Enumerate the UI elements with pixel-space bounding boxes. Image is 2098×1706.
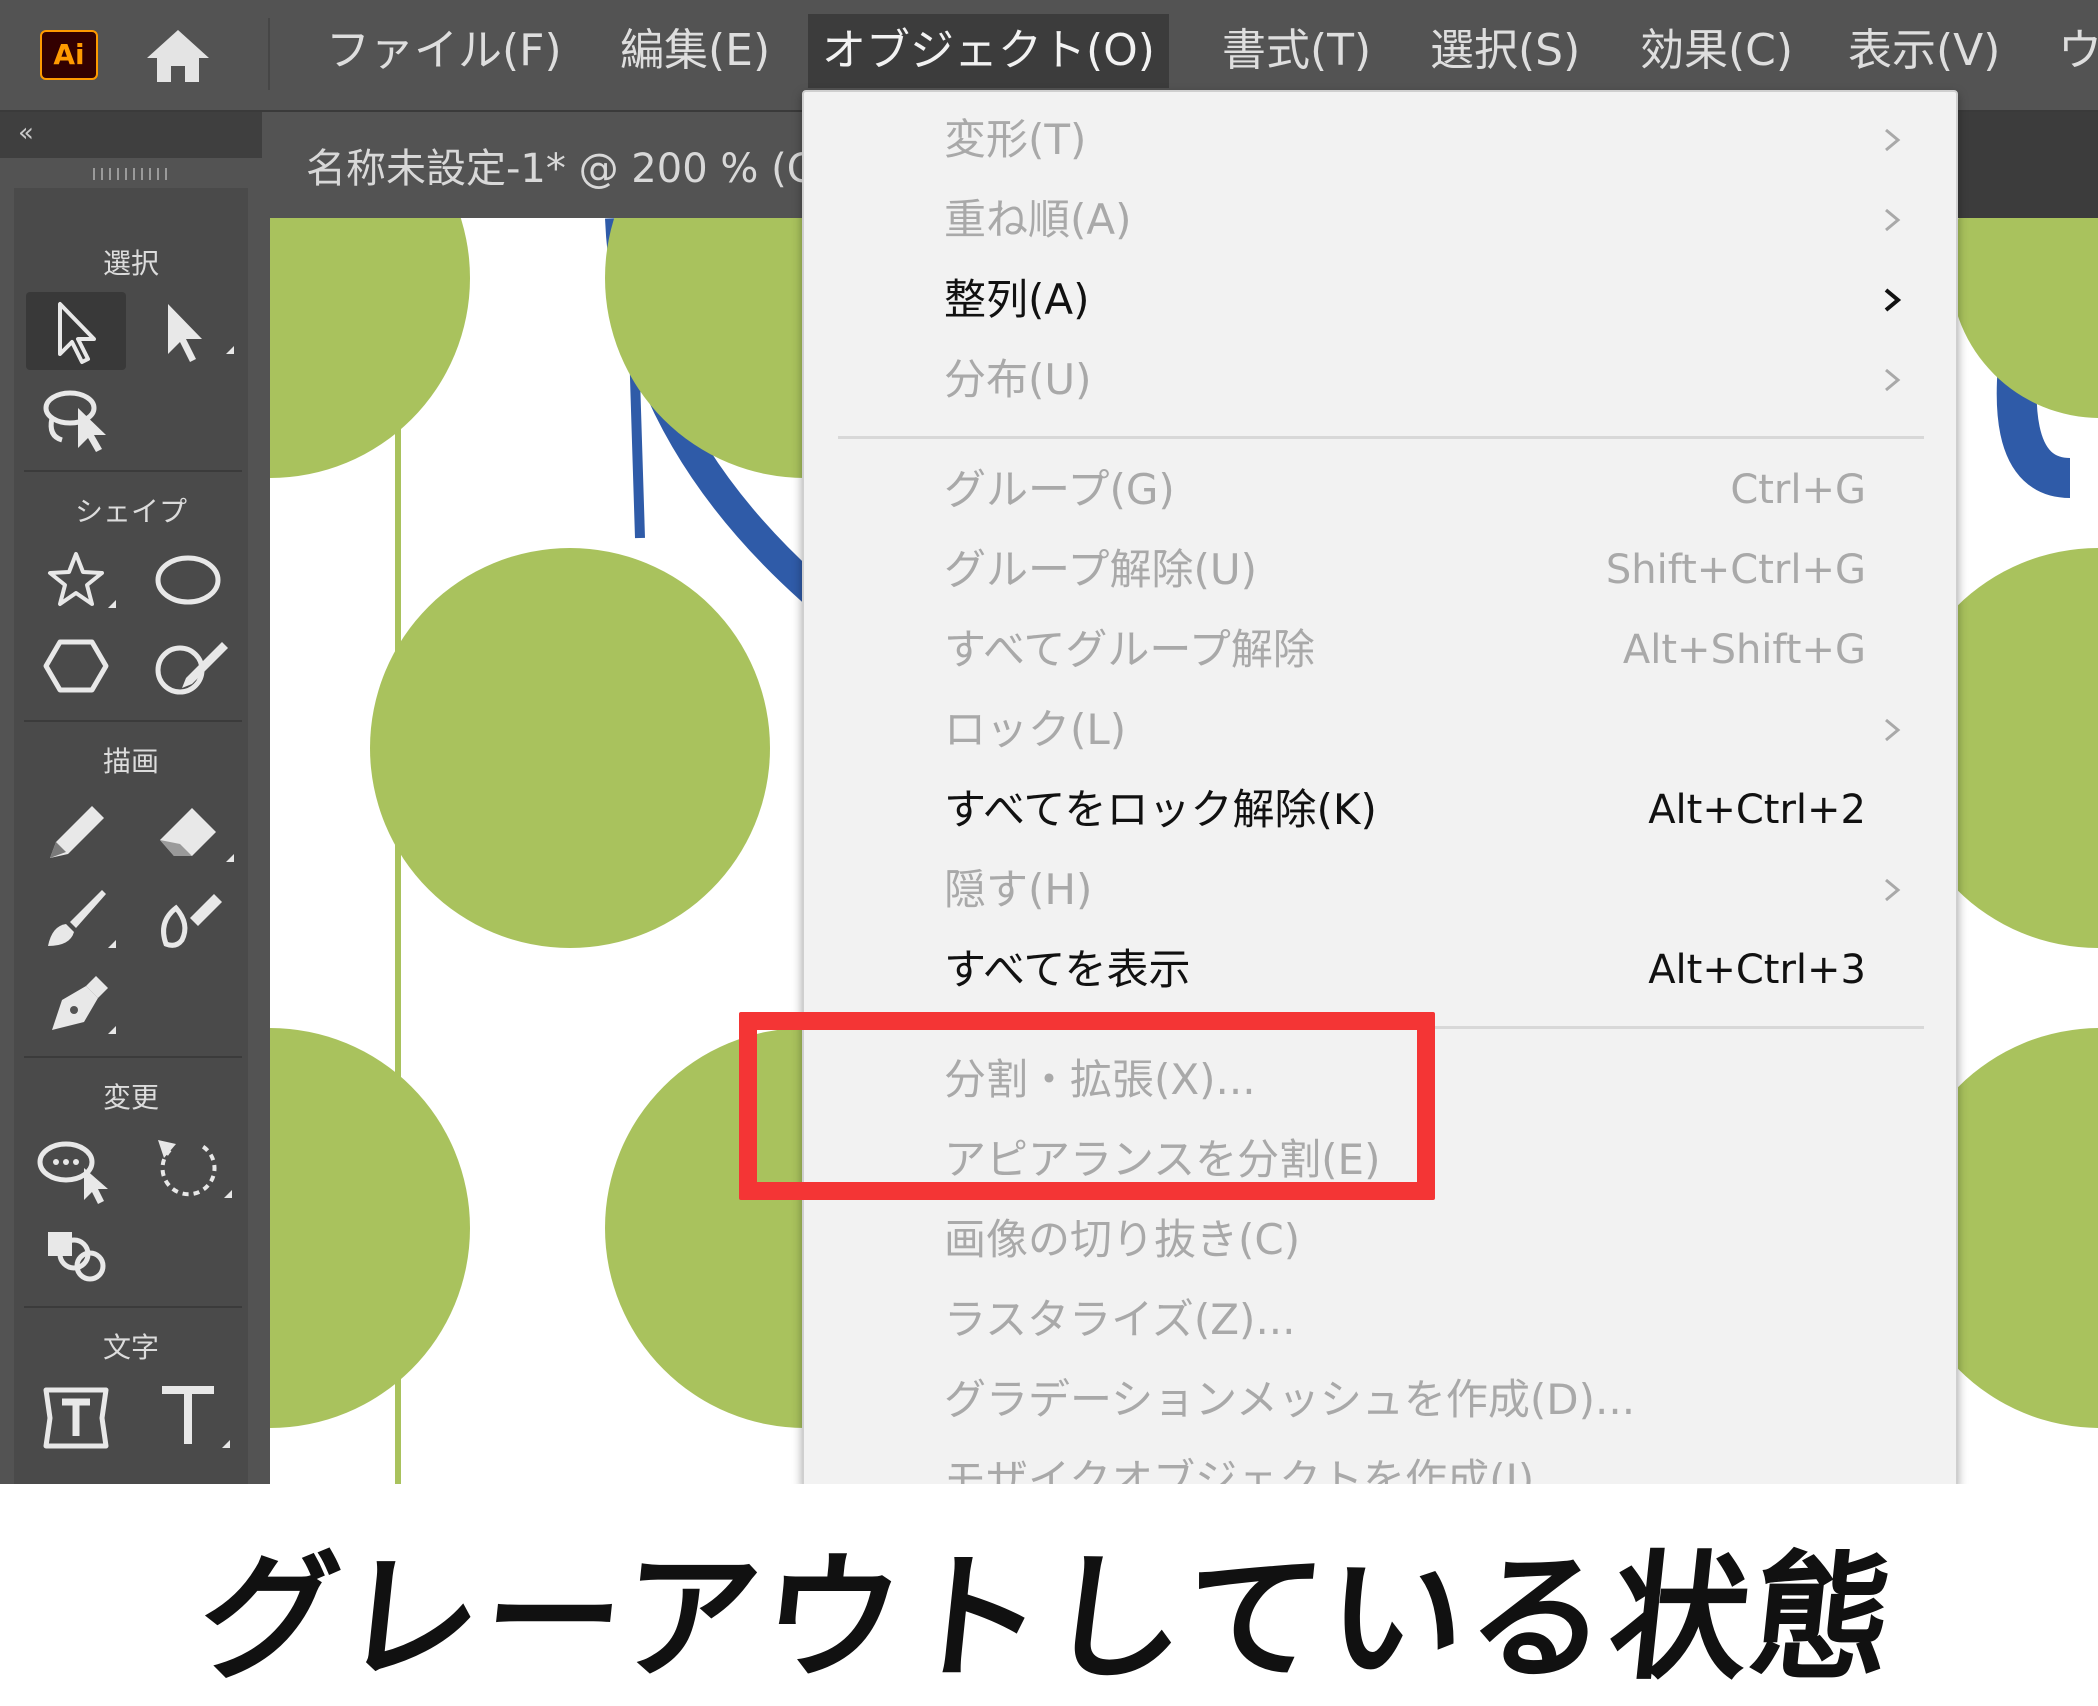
green-dot <box>370 548 770 948</box>
menu-item-shortcut: Alt+Ctrl+3 <box>1648 947 1866 993</box>
tool-group-label-select: 選択 <box>102 247 159 280</box>
menu-object[interactable]: オブジェクト(O) <box>808 14 1169 88</box>
ellipse-tool-icon[interactable] <box>140 542 240 620</box>
green-dot <box>270 1028 470 1428</box>
document-tab[interactable]: 名称未設定-1* @ 200 % (C <box>270 112 830 218</box>
toolbox-header: « <box>0 112 262 158</box>
warp-tool-icon[interactable] <box>26 1128 126 1206</box>
home-icon[interactable] <box>143 26 213 86</box>
menu-item-transform[interactable]: 変形(T) <box>804 100 1956 180</box>
selection-tool-icon[interactable] <box>26 292 126 370</box>
tool-group-label-modify: 変更 <box>102 1081 159 1114</box>
document-tab-label: 名称未設定-1* @ 200 % (C <box>306 146 815 192</box>
menu-item-ungroup[interactable]: グループ解除(U) Shift+Ctrl+G <box>804 530 1956 610</box>
touch-type-tool-icon[interactable] <box>26 1378 126 1456</box>
menu-item-distribute[interactable]: 分布(U) <box>804 340 1956 420</box>
caption-area: グレーアウトしている状態 <box>0 1484 2098 1699</box>
object-menu-dropdown: 変形(T) 重ね順(A) 整列(A) 分布(U) グループ(G) Ctrl+G … <box>802 90 1958 1484</box>
lasso-tool-icon[interactable] <box>26 378 126 456</box>
shaper-tool-icon[interactable] <box>140 628 240 706</box>
tool-group-divider <box>24 1056 242 1058</box>
menu-item-show-all[interactable]: すべてを表示 Alt+Ctrl+3 <box>804 930 1956 1010</box>
submenu-arrow-icon <box>1885 128 1901 152</box>
menu-item-unlock-all[interactable]: すべてをロック解除(K) Alt+Ctrl+2 <box>804 770 1956 850</box>
menu-item-lock[interactable]: ロック(L) <box>804 690 1956 770</box>
menu-separator <box>268 18 270 90</box>
toolbox: « 選択 シェイプ 描画 変更 文字 <box>0 112 270 1484</box>
menu-divider <box>838 436 1924 439</box>
submenu-arrow-icon <box>1885 208 1901 232</box>
menu-select[interactable]: 選択(S) <box>1416 14 1594 88</box>
tool-group-label-type: 文字 <box>102 1331 159 1364</box>
menu-item-shortcut: Alt+Shift+G <box>1622 627 1866 673</box>
caption-text: グレーアウトしている状態 <box>192 1538 1904 1699</box>
menu-item-hide[interactable]: 隠す(H) <box>804 850 1956 930</box>
paintbrush-tool-icon[interactable] <box>26 878 126 956</box>
pencil-tool-icon[interactable] <box>26 792 126 870</box>
tool-group-divider <box>24 1306 242 1308</box>
menu-item-create-object-mosaic[interactable]: モザイクオブジェクトを作成(J)... <box>804 1440 1956 1484</box>
menu-edit[interactable]: 編集(E) <box>606 14 784 88</box>
star-tool-icon[interactable] <box>26 542 126 620</box>
illustrator-screenshot: Ai ファイル(F) 編集(E) オブジェクト(O) 書式(T) 選択(S) 効… <box>0 0 2098 1484</box>
collapse-panel-icon[interactable]: « <box>18 118 34 148</box>
submenu-arrow-icon <box>1885 368 1901 392</box>
grip-icon[interactable] <box>92 166 172 182</box>
type-tool-icon[interactable] <box>140 1378 240 1456</box>
tool-group-label-shape: シェイプ <box>74 495 187 528</box>
menu-item-shortcut: Shift+Ctrl+G <box>1605 547 1866 593</box>
blob-brush-tool-icon[interactable] <box>140 878 240 956</box>
menu-effect[interactable]: 効果(C) <box>1626 14 1807 88</box>
menu-item-create-gradient-mesh[interactable]: グラデーションメッシュを作成(D)... <box>804 1360 1956 1440</box>
menu-item-align[interactable]: 整列(A) <box>804 260 1956 340</box>
menu-window-truncated[interactable]: ウ <box>2044 14 2098 88</box>
submenu-arrow-icon <box>1885 718 1901 742</box>
tool-group-divider <box>24 720 242 722</box>
submenu-arrow-icon <box>1885 878 1901 902</box>
menu-file[interactable]: ファイル(F) <box>312 14 576 88</box>
menu-item-ungroup-all[interactable]: すべてグループ解除 Alt+Shift+G <box>804 610 1956 690</box>
tool-group-divider <box>24 470 242 472</box>
green-dot <box>1950 218 2098 418</box>
direct-selection-tool-icon[interactable] <box>140 292 240 370</box>
submenu-arrow-icon <box>1884 288 1902 312</box>
eraser-tool-icon[interactable] <box>140 792 240 870</box>
menu-item-shortcut: Alt+Ctrl+2 <box>1648 787 1866 833</box>
green-dot <box>270 218 470 478</box>
menu-item-shortcut: Ctrl+G <box>1730 467 1866 513</box>
menu-view[interactable]: 表示(V) <box>1834 14 2014 88</box>
rotate-tool-icon[interactable] <box>140 1128 240 1206</box>
shape-builder-tool-icon[interactable] <box>26 1214 126 1292</box>
polygon-tool-icon[interactable] <box>26 628 126 706</box>
menu-item-rasterize[interactable]: ラスタライズ(Z)... <box>804 1280 1956 1360</box>
menu-type[interactable]: 書式(T) <box>1208 14 1385 88</box>
menu-item-group[interactable]: グループ(G) Ctrl+G <box>804 450 1956 530</box>
tool-group-label-draw: 描画 <box>102 745 159 778</box>
menu-item-crop-image[interactable]: 画像の切り抜き(C) <box>804 1200 1956 1280</box>
pen-tool-icon[interactable] <box>26 964 126 1042</box>
highlight-box <box>739 1012 1435 1200</box>
menu-item-arrange[interactable]: 重ね順(A) <box>804 180 1956 260</box>
illustrator-logo: Ai <box>40 30 98 80</box>
